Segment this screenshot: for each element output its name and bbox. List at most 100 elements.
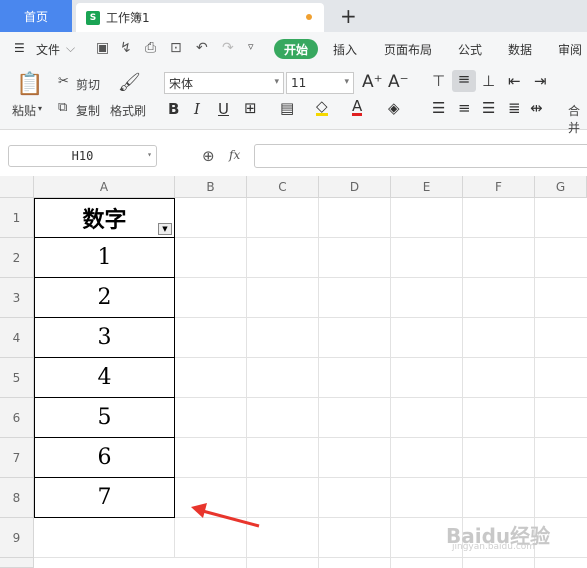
fill-style-icon[interactable]: ▤	[280, 99, 294, 117]
row-header-9[interactable]: 9	[0, 518, 34, 558]
row-header-8[interactable]: 8	[0, 478, 34, 518]
chevron-down-icon[interactable]: ⌵	[66, 41, 75, 56]
indent-decrease-icon[interactable]: ⇤	[508, 72, 521, 90]
row-header-5[interactable]: 5	[0, 358, 34, 398]
row-header-6[interactable]: 6	[0, 398, 34, 438]
export-icon[interactable]: ↯	[120, 40, 132, 56]
name-box-value: H10	[71, 149, 94, 163]
customize-chevron-icon[interactable]: ▿	[248, 40, 254, 53]
paste-dropdown-icon[interactable]: ▾	[38, 104, 42, 113]
font-name-caret-icon: ▾	[274, 77, 279, 87]
name-box[interactable]: H10 ▾	[8, 145, 157, 167]
cell-a9[interactable]	[34, 518, 175, 558]
cell-a1-value: 数字	[82, 207, 127, 233]
decrease-font-icon[interactable]: A⁻	[388, 72, 409, 92]
align-middle-icon[interactable]: ≡	[452, 70, 476, 92]
align-left-icon[interactable]: ☰	[432, 99, 445, 117]
copy-button[interactable]: 复制	[76, 102, 100, 119]
menu-bar: ☰ 文件 ⌵ ▣ ↯ ⎙ ⊡ ↶ ↷ ▿ 开始 插入 页面布局 公式 数据 审阅	[0, 32, 587, 66]
row-header-3[interactable]: 3	[0, 278, 34, 318]
cut-button[interactable]: 剪切	[76, 76, 100, 93]
menu-page-layout[interactable]: 页面布局	[384, 41, 432, 58]
col-header-g[interactable]: G	[535, 176, 587, 198]
filter-dropdown-icon[interactable]: ▼	[158, 223, 172, 235]
menu-file[interactable]: 文件	[36, 41, 60, 58]
row-header-1[interactable]: 1	[0, 198, 34, 238]
scissors-icon[interactable]: ✂	[58, 74, 69, 89]
spreadsheet-grid: A B C D E F G 1 2 3 4 5 6 7 8 9 数字 ▼ 1 2…	[0, 176, 587, 568]
redo-icon[interactable]: ↷	[222, 40, 234, 56]
ribbon: 📋 粘贴 ▾ ✂ 剪切 ⧉ 复制 🖌 格式刷 宋体 ▾ 11 ▾ A⁺ A⁻ B…	[0, 66, 587, 135]
col-header-b[interactable]: B	[175, 176, 247, 198]
cell-a3[interactable]: 2	[34, 278, 175, 318]
paste-icon[interactable]: 📋	[16, 72, 43, 97]
row-header-4[interactable]: 4	[0, 318, 34, 358]
menu-insert[interactable]: 插入	[333, 41, 357, 58]
tab-workbook-label: 工作簿1	[106, 11, 150, 25]
cell-a4[interactable]: 3	[34, 318, 175, 358]
justify-icon[interactable]: ≣	[508, 99, 521, 117]
row-header-2[interactable]: 2	[0, 238, 34, 278]
sheet-file-icon: S	[86, 10, 100, 25]
cell-a2[interactable]: 1	[34, 238, 175, 278]
hamburger-icon[interactable]: ☰	[14, 41, 25, 55]
row-header-7[interactable]: 7	[0, 438, 34, 478]
tab-workbook[interactable]: S 工作簿1	[76, 3, 324, 32]
table-top-border	[34, 198, 175, 199]
underline-icon[interactable]: U	[218, 100, 229, 118]
col-header-a[interactable]: A	[34, 176, 175, 198]
print-preview-icon[interactable]: ⊡	[170, 40, 182, 56]
cell-a6[interactable]: 5	[34, 398, 175, 438]
italic-icon[interactable]: I	[194, 100, 200, 118]
align-right-icon[interactable]: ☰	[482, 99, 495, 117]
font-color-icon[interactable]: A	[352, 99, 363, 116]
row-header-10[interactable]	[0, 558, 34, 568]
tab-bar: 首页 S 工作簿1 +	[0, 0, 587, 32]
red-arrow-icon	[191, 503, 260, 528]
font-size-caret-icon: ▾	[344, 77, 349, 87]
eraser-icon[interactable]: ◈	[388, 99, 400, 117]
cell-a8[interactable]: 7	[34, 478, 175, 518]
paste-button[interactable]: 粘贴	[12, 102, 36, 119]
menu-review[interactable]: 审阅	[558, 41, 582, 58]
tab-home[interactable]: 首页	[0, 0, 72, 32]
fx-label[interactable]: fx	[229, 148, 240, 162]
col-header-f[interactable]: F	[463, 176, 535, 198]
cell-a7[interactable]: 6	[34, 438, 175, 478]
formula-bar: H10 ▾ ⊕ fx	[0, 140, 587, 176]
zoom-icon[interactable]: ⊕	[202, 147, 215, 165]
bold-icon[interactable]: B	[168, 100, 179, 118]
col-header-c[interactable]: C	[247, 176, 319, 198]
cell-a1[interactable]: 数字 ▼	[34, 198, 175, 238]
merge-button[interactable]: 合并	[568, 102, 587, 136]
menu-formula[interactable]: 公式	[458, 41, 482, 58]
font-name-value: 宋体	[169, 76, 194, 91]
col-header-d[interactable]: D	[319, 176, 391, 198]
baidu-watermark-url: jingyan.baidu.com	[452, 542, 536, 552]
cell-a5[interactable]: 4	[34, 358, 175, 398]
format-painter-button[interactable]: 格式刷	[110, 102, 146, 119]
font-size-select[interactable]: 11 ▾	[286, 72, 354, 94]
font-name-select[interactable]: 宋体 ▾	[164, 72, 284, 94]
increase-font-icon[interactable]: A⁺	[362, 72, 383, 92]
fill-color-icon[interactable]: ◇	[316, 99, 328, 116]
formula-input[interactable]	[254, 144, 587, 168]
format-painter-icon[interactable]: 🖌	[118, 72, 141, 93]
align-bottom-icon[interactable]: ⊥	[482, 72, 495, 90]
select-all-corner[interactable]	[0, 176, 34, 198]
tab-home-label: 首页	[23, 9, 48, 24]
print-icon[interactable]: ⎙	[145, 40, 156, 56]
border-icon[interactable]: ⊞	[244, 99, 257, 117]
new-tab-icon[interactable]: +	[340, 4, 357, 28]
align-center-icon[interactable]: ≡	[458, 99, 471, 117]
distribute-icon[interactable]: ⇹	[530, 99, 543, 117]
unsaved-dot-icon	[306, 14, 312, 20]
align-top-icon[interactable]: ⊤	[432, 72, 445, 90]
undo-icon[interactable]: ↶	[196, 40, 208, 56]
menu-data[interactable]: 数据	[508, 41, 532, 58]
col-header-e[interactable]: E	[391, 176, 463, 198]
menu-start[interactable]: 开始	[274, 39, 318, 59]
indent-increase-icon[interactable]: ⇥	[534, 72, 547, 90]
copy-icon[interactable]: ⧉	[58, 100, 67, 115]
save-icon[interactable]: ▣	[96, 40, 109, 56]
